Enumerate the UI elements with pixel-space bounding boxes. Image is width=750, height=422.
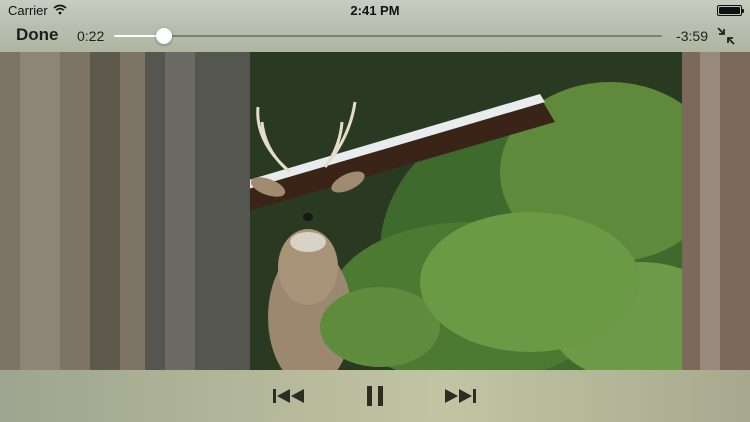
player-top-bar: Carrier 2:41 PM Done 0:22 -3:59 [0,0,750,52]
skip-back-button[interactable] [271,382,307,410]
progress-scrubber[interactable] [114,28,662,44]
video-content-image [0,52,750,370]
skip-forward-icon [445,389,476,403]
scrubber-row: Done 0:22 -3:59 [0,20,750,52]
status-time: 2:41 PM [350,3,400,18]
elapsed-time: 0:22 [77,28,105,44]
pause-icon [367,386,383,406]
skip-forward-button[interactable] [442,382,478,410]
transport-bar [0,370,750,422]
scrubber-knob[interactable] [156,28,173,44]
exit-fullscreen-icon[interactable] [716,26,736,46]
remaining-time: -3:59 [676,28,708,44]
pause-button[interactable] [357,382,393,410]
video-frame[interactable] [0,52,750,370]
done-button[interactable]: Done [16,25,59,45]
skip-back-icon [273,389,304,403]
battery-icon [717,5,744,16]
status-bar: Carrier 2:41 PM [0,0,750,20]
